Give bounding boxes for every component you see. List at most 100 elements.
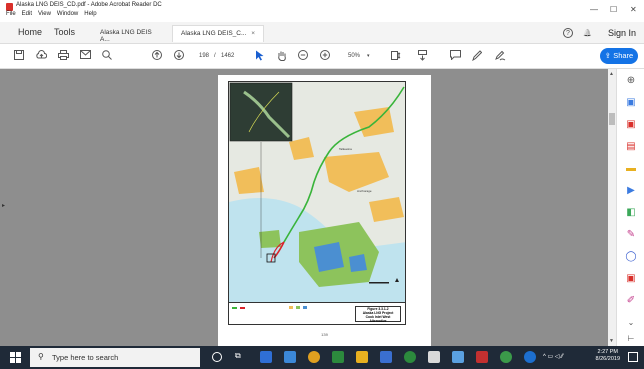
taskbar-search-box[interactable]: ⚲ Type here to search [30,348,200,367]
compare-files-icon[interactable]: ◧ [625,207,637,219]
window-title: Alaska LNG DEIS_CD.pdf - Adobe Acrobat R… [16,2,162,8]
more-tools-icon[interactable]: ▣ [625,273,637,285]
organize-pages-icon[interactable]: ▤ [625,141,637,153]
minimize-button[interactable]: — [590,5,598,14]
toolbar: 198 / 1462 50% ▾ ⇪ Share [0,44,644,69]
doc-tab-2[interactable]: Alaska LNG DEIS_C... × [172,25,264,42]
scrollbar-thumb[interactable] [609,113,615,125]
page-number: 139 [321,332,328,337]
page-current-input[interactable]: 198 [199,53,209,59]
chevron-down-icon[interactable]: ▾ [367,53,370,59]
email-icon[interactable] [80,50,91,63]
edit-pdf-icon[interactable]: ✐ [625,295,637,307]
bell-icon[interactable]: 🔔 [583,29,592,37]
upload-cloud-icon[interactable] [36,50,48,64]
print-icon[interactable] [58,50,69,64]
export-pdf-icon[interactable]: ▣ [625,119,637,131]
svg-text:Talkeetna: Talkeetna [339,147,352,151]
next-page-icon[interactable] [174,50,184,64]
notification-center-icon[interactable] [628,352,638,362]
word-icon[interactable] [380,351,392,363]
scroll-mode-icon[interactable] [417,50,428,65]
previous-page-icon[interactable] [152,50,162,64]
sign-pen-icon[interactable] [494,50,506,65]
legend-col-2 [289,306,307,310]
help-icon[interactable]: ? [563,28,573,38]
save-icon[interactable] [14,50,24,64]
taskbar-app-help-icon[interactable] [524,351,536,363]
taskbar-app-photos-icon[interactable] [452,351,464,363]
tab-bar: Home Tools Alaska LNG DEIS A... Alaska L… [0,22,644,44]
page-separator: / [214,53,216,59]
taskbar-app-outlook-icon[interactable] [428,351,440,363]
zoom-level-dropdown[interactable]: 50% [348,53,360,59]
protect-icon[interactable]: ◯ [625,251,637,263]
page-total: 1462 [221,53,235,59]
figure-alternative: Alternative [369,319,387,323]
highlight-pen-icon[interactable] [472,50,483,65]
windows-start-icon[interactable] [10,352,21,366]
acrobat-window: Alaska LNG DEIS_CD.pdf - Adobe Acrobat R… [0,0,644,369]
document-viewer[interactable]: ▸ Talkeetna Anchorage Figure 3.3.1-2 Ala… [0,69,608,346]
scroll-up-icon[interactable]: ▲ [609,71,614,77]
clock-date: 8/26/2019 [595,356,620,362]
menu-edit[interactable]: Edit [22,11,32,17]
map-legend: Figure 3.3.1-2 Alaska LNG Project Cook I… [228,303,406,325]
menu-view[interactable]: View [38,11,51,17]
svg-text:Anchorage: Anchorage [357,189,372,193]
sign-in-button[interactable]: Sign In [608,28,636,38]
share-button[interactable]: ⇪ Share [600,48,638,64]
zoom-in-icon[interactable] [320,50,330,64]
acrobat-app-icon [6,3,13,11]
search-icon[interactable] [102,50,112,64]
project-map-figure: Talkeetna Anchorage [228,81,406,303]
windows-taskbar: ⚲ Type here to search ⧉ ^ ▭ ◁ ⁄⁄ 2:27 PM… [0,346,644,369]
edge-icon[interactable] [284,351,296,363]
acrobat-taskbar-icon[interactable] [476,351,488,363]
create-pdf-icon[interactable]: ▣ [625,97,637,109]
panel-expand-icon[interactable]: ⊢ [625,333,637,345]
pdf-page: Talkeetna Anchorage Figure 3.3.1-2 Alask… [218,75,431,346]
doc-tab-1-label: Alaska LNG DEIS A... [100,29,152,43]
figure-caption: Figure 3.3.1-2 Alaska LNG Project Cook I… [355,306,401,323]
right-tools-panel: ⊕ ▣ ▣ ▤ ▬ ▶ ◧ ✎ ◯ ▣ ✐ ⌄ ⊢ [616,69,644,346]
fill-sign-icon[interactable]: ✎ [625,229,637,241]
zoom-out-icon[interactable] [298,50,308,64]
menu-help[interactable]: Help [84,11,96,17]
send-for-review-icon[interactable]: ▶ [625,185,637,197]
doc-tab-2-label: Alaska LNG DEIS_C... [181,30,247,37]
share-icon: ⇪ [604,51,612,60]
map-graphic: Talkeetna Anchorage [229,82,405,302]
taskbar-clock[interactable]: 2:27 PM 8/26/2019 [596,349,620,363]
scroll-down-icon[interactable]: ▼ [609,338,614,344]
search-icon: ⚲ [38,352,44,361]
comment-icon[interactable] [450,50,461,64]
select-cursor-icon[interactable] [255,50,264,65]
menu-file[interactable]: File [6,11,16,17]
hand-tool-icon[interactable] [277,50,287,65]
title-bar: Alaska LNG DEIS_CD.pdf - Adobe Acrobat R… [0,0,644,22]
left-panel-toggle-icon[interactable]: ▸ [2,202,5,209]
chrome-icon[interactable] [308,351,320,363]
menu-window[interactable]: Window [57,11,78,17]
system-tray-icons[interactable]: ^ ▭ ◁ ⁄⁄ [543,353,563,360]
doc-tab-1[interactable]: Alaska LNG DEIS A... [92,25,170,43]
excel-icon[interactable] [332,351,344,363]
tab-tools[interactable]: Tools [54,27,75,37]
task-view-icon[interactable]: ⧉ [235,351,247,363]
close-tab-icon[interactable]: × [251,30,255,37]
taskbar-search-placeholder: Type here to search [52,353,119,362]
taskbar-app-1-icon[interactable] [260,351,272,363]
maximize-button[interactable]: ☐ [610,5,617,14]
tab-home[interactable]: Home [18,27,42,37]
vertical-scrollbar[interactable]: ▲ ▼ [608,69,616,346]
zoom-search-icon[interactable]: ⊕ [625,75,637,87]
quickbooks-2-icon[interactable] [500,351,512,363]
fit-page-icon[interactable] [390,50,401,65]
cortana-icon[interactable] [212,352,222,362]
collapse-panel-icon[interactable]: ⌄ [625,317,637,329]
quickbooks-icon[interactable] [404,351,416,363]
close-window-button[interactable]: ✕ [630,5,637,14]
file-explorer-icon[interactable] [356,351,368,363]
comment-tool-icon[interactable]: ▬ [625,163,637,175]
